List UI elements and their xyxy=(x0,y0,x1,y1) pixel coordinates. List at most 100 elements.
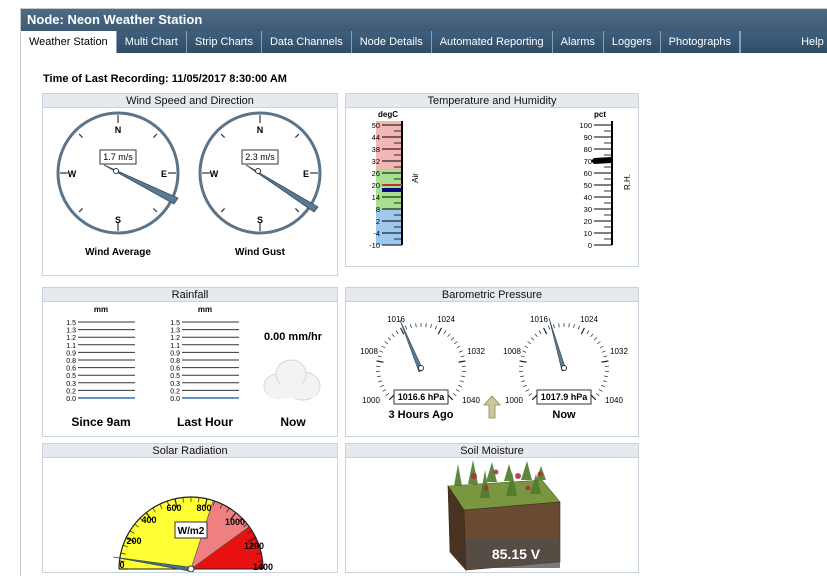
pressure-tick xyxy=(460,355,465,358)
rain-tick-label: 0.0 xyxy=(66,396,76,403)
solar-gauge: 0 200 400 600 800 1000 1200 1400 W/m2 xyxy=(112,496,273,573)
rain-tick-label: 0.8 xyxy=(66,358,76,365)
rain-tick-label: 0.6 xyxy=(66,366,76,373)
temp-tick-label: 2 xyxy=(376,217,380,226)
wind-panel-title: Wind Speed and Direction xyxy=(43,94,337,108)
tab-photographs[interactable]: Photographs xyxy=(661,31,741,53)
pressure-tick xyxy=(391,333,395,338)
needle-pivot xyxy=(418,365,424,371)
temp-humidity-title: Temperature and Humidity xyxy=(346,94,638,108)
pressure-gauges: 1016 1024 1008 1032 1000 1040 1016.6 hPa… xyxy=(360,315,628,421)
tab-automated-reporting[interactable]: Automated Reporting xyxy=(432,31,553,53)
wind-gust-value: 2.3 m/s xyxy=(245,152,275,162)
rain-tick-label: 0.2 xyxy=(170,388,180,395)
tab-alarms[interactable]: Alarms xyxy=(553,31,604,53)
humidity-tick-label: 40 xyxy=(584,193,592,202)
rain-unit-label: mm xyxy=(198,305,212,314)
wind-gauges: N E S W 1.7 m/s Wind Average N E S W 2.3… xyxy=(56,111,322,258)
pressure-tick xyxy=(590,333,594,338)
pressure-tick xyxy=(382,389,387,392)
tab-bar: Weather Station Multi Chart Strip Charts… xyxy=(21,31,827,53)
needle-pivot xyxy=(113,168,119,174)
temp-tick-label: -4 xyxy=(373,229,380,238)
rain-rate-value: 0.00 mm/hr xyxy=(264,331,323,343)
tab-weather-station[interactable]: Weather Station xyxy=(21,31,117,53)
tab-multi-chart[interactable]: Multi Chart xyxy=(117,31,187,53)
air-temperature-marker xyxy=(382,188,402,192)
rain-unit-label: mm xyxy=(94,305,108,314)
pressure-tick xyxy=(599,345,604,349)
pressure-tick xyxy=(376,375,381,378)
rain-tick-label: 0.3 xyxy=(170,381,180,388)
rain-tick-label: 1.5 xyxy=(66,320,76,327)
tab-strip-charts[interactable]: Strip Charts xyxy=(187,31,262,53)
rain-tick-label: 0.5 xyxy=(66,373,76,380)
pressure-tick xyxy=(455,389,460,392)
rainfall-gauges: mm 1.51.31.21.10.90.80.60.50.30.20.0 Sin… xyxy=(66,305,323,429)
compass-w-label: W xyxy=(68,169,77,179)
pressure-tick xyxy=(395,330,399,335)
pressure-3h-label: 3 Hours Ago xyxy=(389,409,454,421)
humidity-tick-label: 20 xyxy=(584,217,592,226)
pressure-tick xyxy=(601,350,606,353)
temp-humidity-panel: Temperature and Humidity degC 50 44 38 32 26… xyxy=(345,93,639,267)
compass-n-label: N xyxy=(257,125,264,135)
pressure-tick xyxy=(580,327,585,335)
tab-help[interactable]: Help xyxy=(740,31,827,53)
pressure-tick xyxy=(531,394,538,401)
pressure-tick xyxy=(459,380,464,383)
last-recording-time: Time of Last Recording: 11/05/2017 8:30:… xyxy=(43,73,287,85)
pressure-tick xyxy=(524,345,529,349)
needle-pivot xyxy=(561,365,567,371)
pressure-tick-1000: 1000 xyxy=(362,396,380,405)
cloud-icon xyxy=(263,359,321,401)
pressure-tick xyxy=(458,384,463,388)
solar-tick-200: 200 xyxy=(126,536,141,546)
temp-tick-label: 50 xyxy=(372,121,380,130)
temp-unit-label: degC xyxy=(378,110,398,119)
pressure-tick xyxy=(558,323,560,328)
solar-tick-800: 800 xyxy=(196,503,211,513)
pressure-tick xyxy=(388,394,395,401)
temp-tick-label: 26 xyxy=(372,169,380,178)
pressure-tick-1008: 1008 xyxy=(503,347,521,356)
pressure-tick xyxy=(568,323,570,328)
solar-tick-400: 400 xyxy=(141,515,156,525)
pressure-tick xyxy=(598,389,603,392)
rain-tick-label: 1.1 xyxy=(170,343,180,350)
rain-tick-label: 0.0 xyxy=(170,396,180,403)
rain-tick-label: 0.6 xyxy=(170,366,180,373)
rainfall-title: Rainfall xyxy=(43,288,337,302)
tab-data-channels[interactable]: Data Channels xyxy=(262,31,352,53)
pressure-tick xyxy=(522,384,527,388)
pressure-tick-1016: 1016 xyxy=(387,315,405,324)
solar-tick-1200: 1200 xyxy=(244,541,264,551)
rain-tick-label: 1.5 xyxy=(170,320,180,327)
pressure-tick xyxy=(384,341,389,345)
pressure-tick xyxy=(378,380,383,383)
pressure-tick xyxy=(595,393,600,397)
pressure-tick xyxy=(443,330,447,335)
pressure-tick xyxy=(527,341,532,345)
rain-tick-label: 1.2 xyxy=(66,335,76,342)
compass-w-label: W xyxy=(210,169,219,179)
solar-title: Solar Radiation xyxy=(43,444,337,458)
pressure-tick xyxy=(458,350,463,353)
solar-panel: Solar Radiation 0 200 400 600 800 1000 1… xyxy=(42,443,338,573)
humidity-tick-label: 0 xyxy=(588,241,592,250)
pressure-tick-1032: 1032 xyxy=(610,347,628,356)
tab-node-details[interactable]: Node Details xyxy=(352,31,432,53)
soil-moisture-value: 85.15 V xyxy=(492,546,541,562)
pressure-tick xyxy=(593,337,598,341)
pressure-tick-1024: 1024 xyxy=(580,315,598,324)
solar-unit-label: W/m2 xyxy=(178,526,205,537)
pressure-tick xyxy=(520,355,525,358)
pressure-tick xyxy=(447,333,451,338)
temp-tick-label: 14 xyxy=(372,193,380,202)
tab-loggers[interactable]: Loggers xyxy=(604,31,661,53)
temp-tick-label: 38 xyxy=(372,145,380,154)
rain-last-hour-label: Last Hour xyxy=(177,415,233,429)
pressure-tick xyxy=(573,324,575,329)
rain-tick-label: 0.3 xyxy=(66,381,76,388)
needle-pivot xyxy=(187,565,195,573)
